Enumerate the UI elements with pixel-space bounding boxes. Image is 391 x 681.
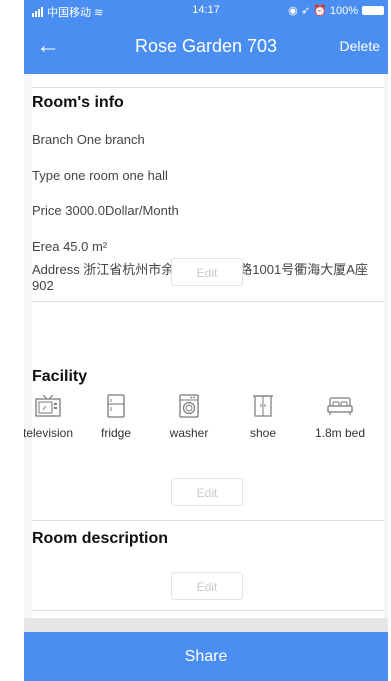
divider	[32, 87, 384, 88]
washer-icon	[179, 394, 199, 418]
facility-label: shoe	[249, 426, 277, 440]
room-info-title: Room's info	[32, 94, 124, 111]
fridge-icon	[107, 394, 125, 418]
divider	[32, 520, 384, 521]
status-right: ◉ ➶ ⏰ 100%	[288, 4, 358, 17]
area-row: Erea 45.0 m²	[32, 239, 108, 254]
share-button[interactable]: Share	[24, 632, 388, 681]
bottom-spacer	[24, 618, 388, 632]
shoe-cabinet-icon	[253, 395, 273, 417]
facility-label: washer	[169, 426, 209, 440]
divider	[32, 610, 384, 611]
battery-percent: 100%	[329, 5, 358, 17]
facility-label: fridge	[100, 426, 132, 440]
phone-screen: 中国移动 ≋ 14:17 ◉ ➶ ⏰ 100% ← Rose Garden 70…	[24, 0, 388, 681]
type-row: Type one room one hall	[32, 168, 168, 183]
facility-edit-button[interactable]: Edit	[171, 478, 243, 506]
page-title: Rose Garden 703	[134, 36, 278, 56]
branch-row: Branch One branch	[32, 132, 145, 147]
room-info-edit-button[interactable]: Edit	[171, 258, 243, 286]
facility-item-fridge: fridge	[80, 394, 152, 440]
television-icon	[35, 394, 61, 417]
facility-label: 1.8m bed	[314, 426, 366, 440]
location-icon: ◉ ➶ ⏰	[288, 5, 327, 17]
facility-label: television	[24, 426, 74, 440]
price-row: Price 3000.0Dollar/Month	[32, 203, 179, 218]
facility-title: Facility	[32, 368, 88, 385]
facility-item-bed: 1.8m bed	[304, 394, 376, 440]
facility-item-shoe: shoe	[227, 394, 299, 440]
description-edit-button[interactable]: Edit	[171, 572, 243, 600]
facility-item-television: television	[24, 394, 84, 440]
room-description-title: Room description	[32, 530, 169, 547]
facility-item-washer: washer	[153, 394, 225, 440]
bed-icon	[327, 397, 353, 415]
nav-bar: ← Rose Garden 703 Delete	[24, 20, 388, 74]
battery-icon	[362, 6, 384, 15]
content-area: Room's info Branch One branch Type one r…	[24, 74, 388, 632]
delete-button[interactable]: Delete	[340, 38, 380, 54]
divider	[32, 301, 384, 302]
status-bar: 中国移动 ≋ 14:17 ◉ ➶ ⏰ 100%	[24, 0, 388, 20]
